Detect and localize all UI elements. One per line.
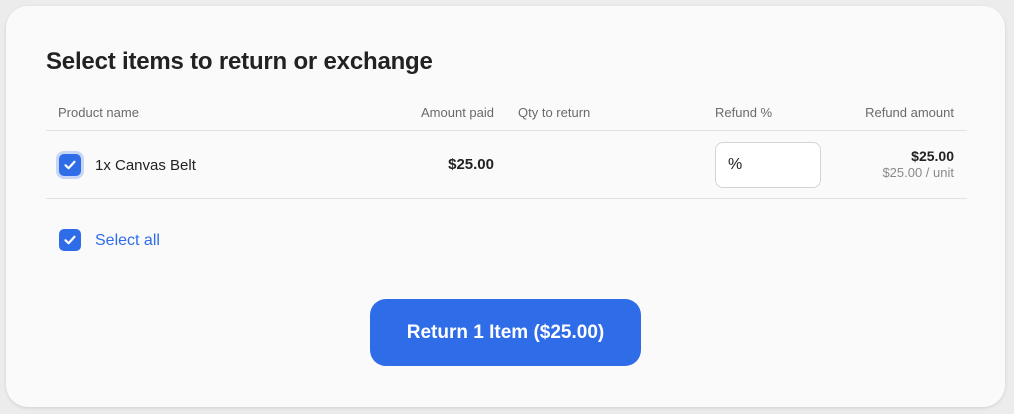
page-title: Select items to return or exchange <box>46 48 433 75</box>
header-amount-paid: Amount paid <box>421 105 494 120</box>
amount-paid: $25.00 <box>448 156 494 173</box>
refund-amount-cell: $25.00 $25.00 / unit <box>882 148 954 180</box>
return-items-button[interactable]: Return 1 Item ($25.00) <box>370 299 641 366</box>
header-refund-amount: Refund amount <box>865 105 954 120</box>
table-row: 1x Canvas Belt $25.00 % $25.00 $25.00 / … <box>46 131 967 199</box>
header-qty-to-return: Qty to return <box>518 105 591 120</box>
items-table: Product name Amount paid Qty to return R… <box>46 98 967 199</box>
refund-percent-input[interactable]: % <box>715 142 821 188</box>
return-card: Select items to return or exchange Produ… <box>6 6 1005 407</box>
percent-symbol: % <box>728 156 743 173</box>
item-checkbox[interactable] <box>59 154 81 176</box>
table-header: Product name Amount paid Qty to return R… <box>46 98 967 131</box>
header-refund-percent: Refund % <box>715 105 773 120</box>
select-all-checkbox[interactable] <box>59 229 81 251</box>
refund-amount: $25.00 <box>911 148 954 164</box>
product-name: 1x Canvas Belt <box>95 157 196 174</box>
check-icon <box>64 160 76 170</box>
select-all-label[interactable]: Select all <box>95 232 160 250</box>
check-icon <box>64 235 76 245</box>
header-product-name: Product name <box>58 105 139 120</box>
refund-per-unit: $25.00 / unit <box>882 165 954 180</box>
